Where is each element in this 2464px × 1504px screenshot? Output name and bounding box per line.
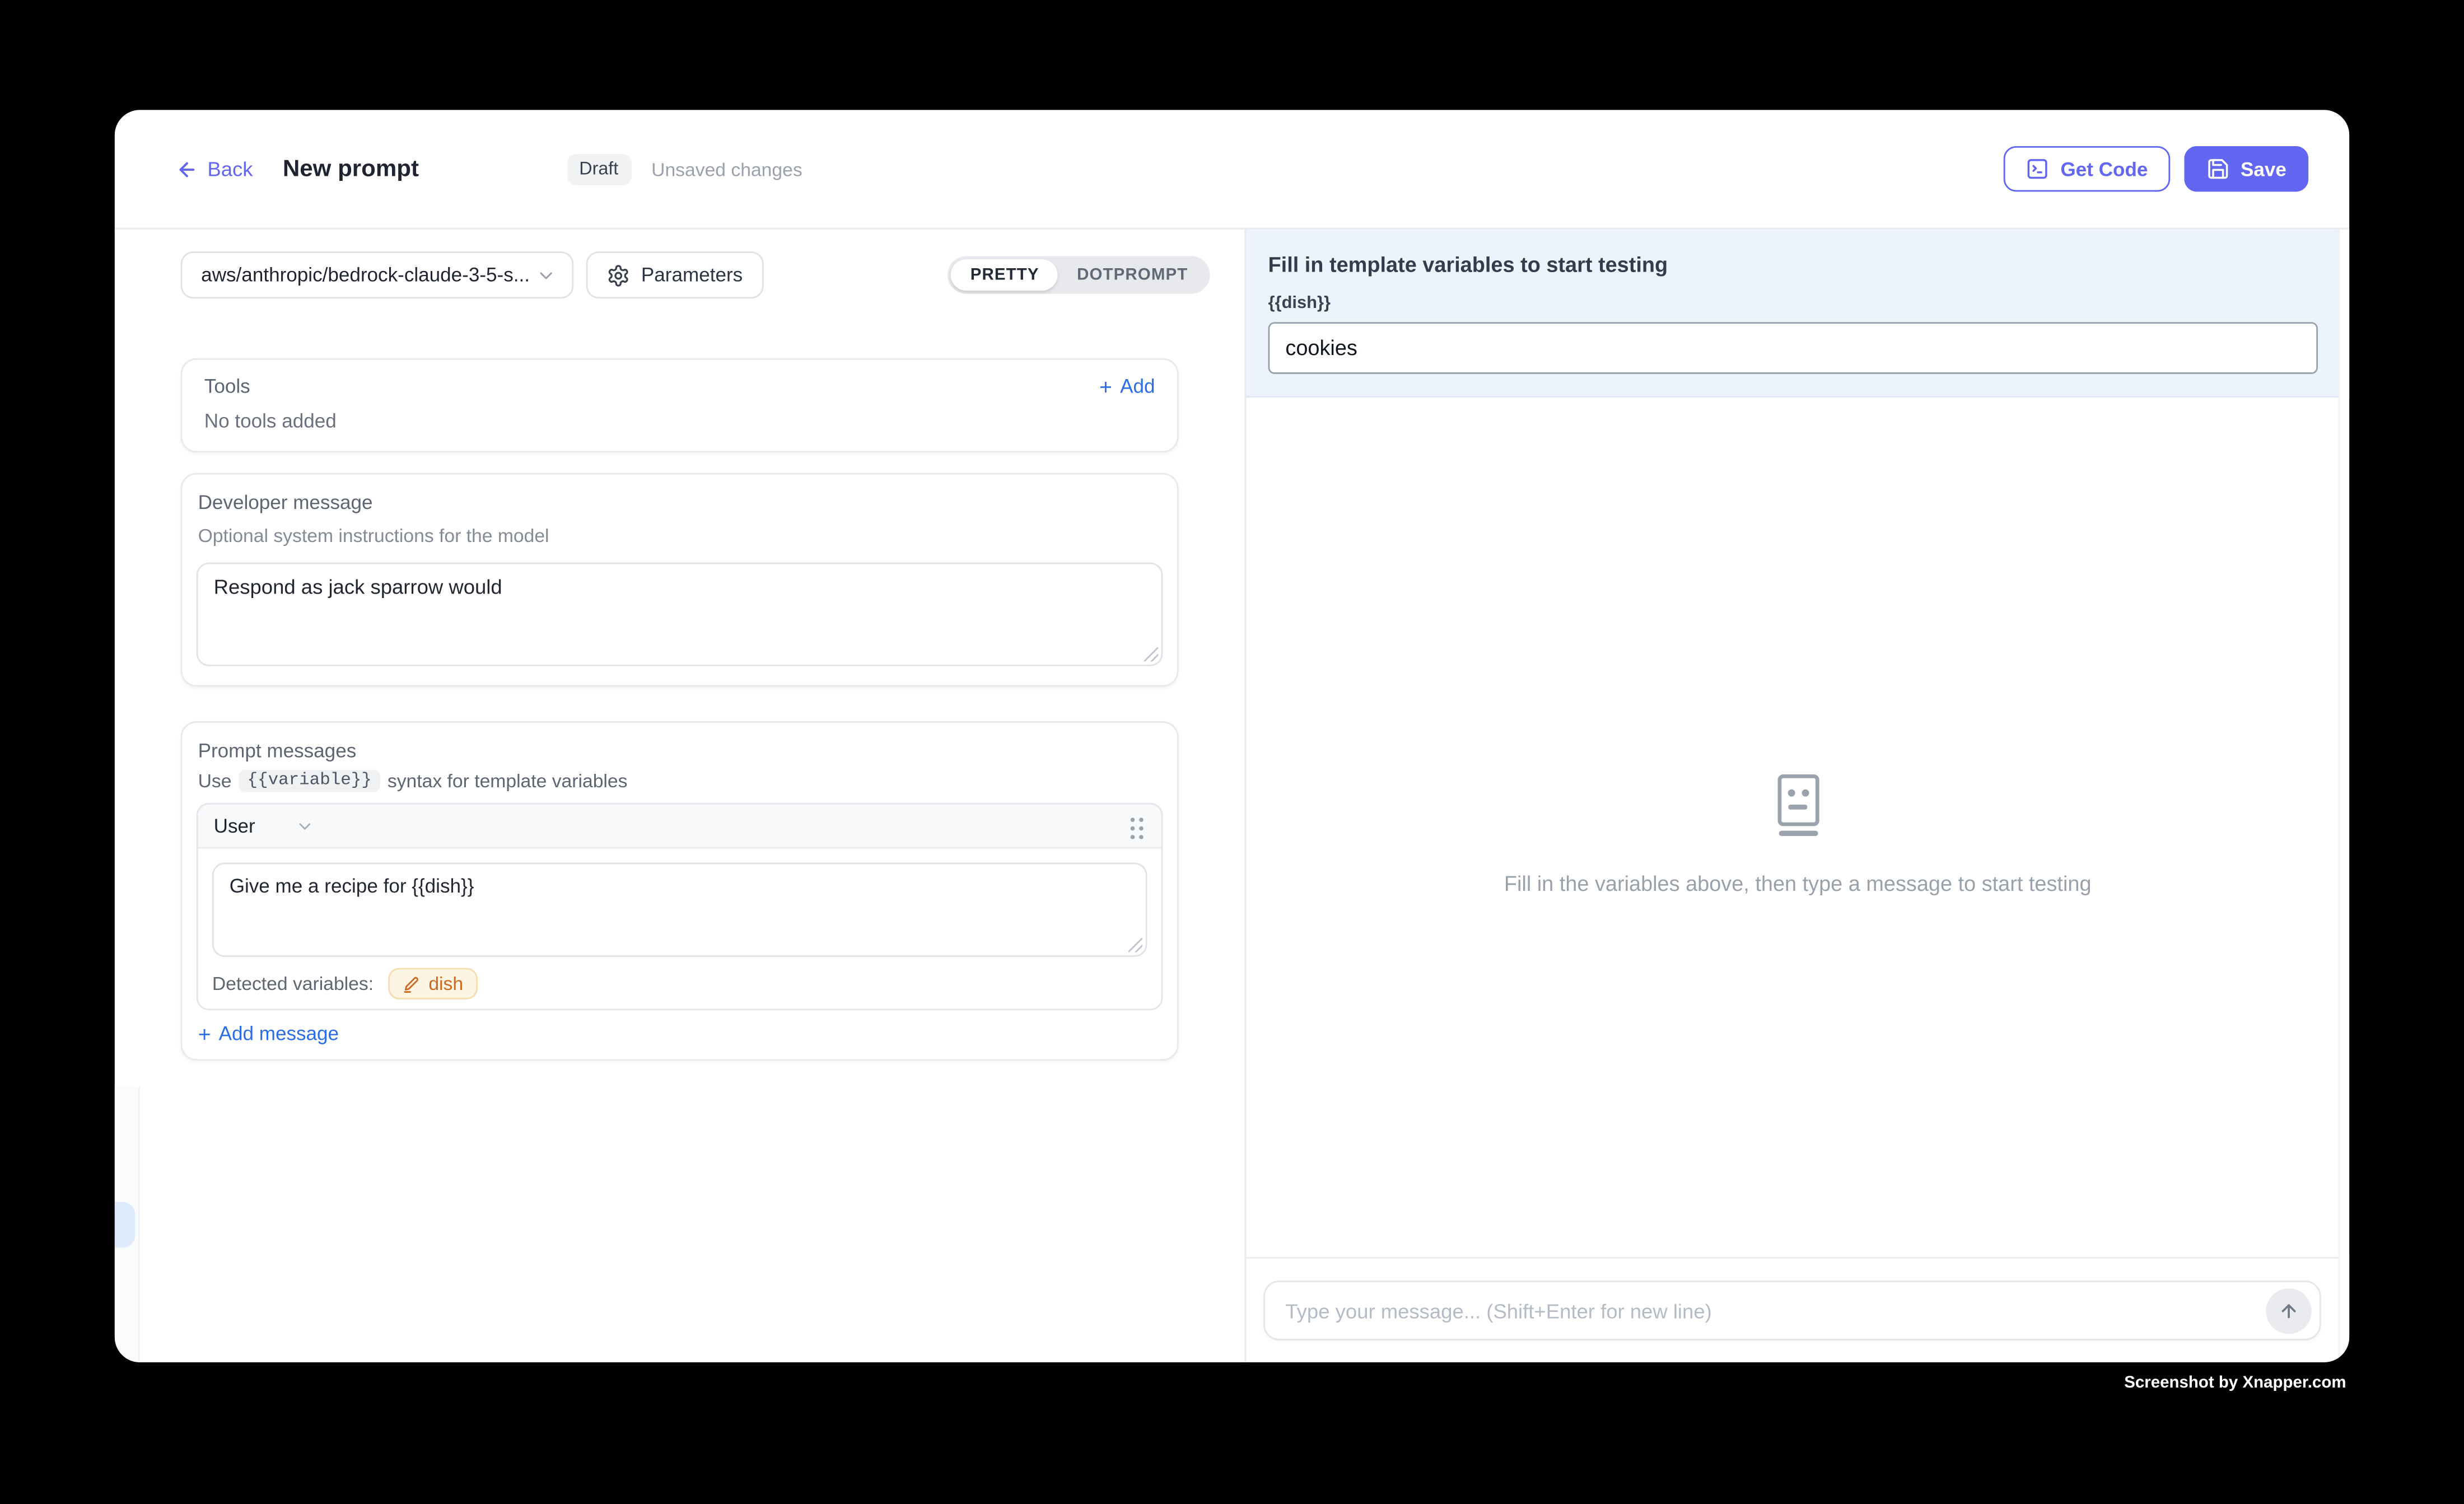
status-badge: Draft (567, 153, 631, 185)
scrollbar-gutter[interactable] (2339, 230, 2350, 1362)
tools-empty-text: No tools added (204, 410, 1155, 432)
content-split: aws/anthropic/bedrock-claude-3-5-s... Pa… (115, 230, 2349, 1362)
detected-variables-label: Detected variables: (212, 973, 374, 994)
detected-variables-row: Detected variables: dish (212, 968, 1147, 999)
watermark-text: Screenshot by Xnapper.com (2124, 1374, 2346, 1393)
plus-icon: + (198, 1023, 211, 1045)
message-body: Give me a recipe for {{dish}} Detected v… (198, 848, 1161, 1008)
toggle-dotprompt[interactable]: DOTPROMPT (1058, 259, 1207, 291)
developer-message-textarea[interactable]: Respond as jack sparrow would (197, 563, 1163, 666)
tools-card: Tools + Add No tools added (181, 358, 1179, 452)
empty-state-text: Fill in the variables above, then type a… (1504, 871, 2092, 895)
send-button[interactable] (2266, 1288, 2311, 1333)
editor-controls-row: aws/anthropic/bedrock-claude-3-5-s... Pa… (115, 230, 1245, 298)
variable-chip-dish[interactable]: dish (388, 968, 477, 999)
edit-pencil-icon (402, 975, 419, 992)
robot-face-icon (1768, 772, 1827, 838)
message-block: User Give me a recipe for {{dish}} Detec… (197, 803, 1163, 1010)
composer-section (1246, 1257, 2349, 1362)
model-select[interactable]: aws/anthropic/bedrock-claude-3-5-s... (181, 251, 574, 298)
save-button[interactable]: Save (2184, 146, 2308, 191)
template-syntax-hint: Use {{variable}} syntax for template var… (198, 770, 1163, 792)
terminal-icon (2026, 157, 2050, 181)
variable-value-input[interactable] (1268, 322, 2318, 374)
window-header: Back New prompt Draft Unsaved changes Ge… (115, 110, 2349, 229)
add-tool-label: Add (1120, 376, 1155, 398)
back-arrow-icon (176, 158, 198, 180)
get-code-label: Get Code (2060, 158, 2148, 180)
test-panel: Fill in template variables to start test… (1244, 230, 2349, 1362)
variable-name-label: {{dish}} (1268, 294, 2318, 313)
toggle-pretty[interactable]: PRETTY (951, 259, 1058, 291)
active-nav-indicator[interactable] (115, 1202, 135, 1248)
unsaved-changes-note: Unsaved changes (651, 158, 802, 180)
chat-empty-state: Fill in the variables above, then type a… (1246, 398, 2349, 1257)
view-mode-toggle: PRETTY DOTPROMPT (948, 256, 1210, 293)
get-code-button[interactable]: Get Code (2004, 146, 2169, 191)
message-input[interactable] (1265, 1299, 2266, 1322)
prompt-messages-card: Prompt messages Use {{variable}} syntax … (181, 721, 1179, 1061)
template-variables-section: Fill in template variables to start test… (1246, 230, 2349, 398)
developer-message-textarea-wrap: Respond as jack sparrow would (197, 563, 1163, 666)
screenshot-stage: Back New prompt Draft Unsaved changes Ge… (0, 0, 2464, 1503)
plus-icon: + (1099, 376, 1112, 398)
message-role-value: User (214, 815, 255, 837)
variables-section-title: Fill in template variables to start test… (1268, 253, 2318, 277)
header-actions: Get Code Save (2004, 146, 2308, 191)
developer-message-title: Developer message (198, 492, 1163, 513)
chevron-down-icon (536, 265, 556, 285)
add-message-button[interactable]: + Add message (198, 1023, 1163, 1045)
variable-chip-label: dish (428, 973, 463, 994)
left-edge-panel (115, 1087, 139, 1362)
chevron-down-icon (296, 816, 315, 835)
add-message-label: Add message (219, 1023, 339, 1045)
add-message-row: + Add message (197, 1023, 1163, 1045)
prompt-editor-panel: aws/anthropic/bedrock-claude-3-5-s... Pa… (115, 230, 1245, 1362)
prompt-messages-title: Prompt messages (198, 740, 1163, 762)
back-button[interactable]: Back (176, 157, 253, 181)
arrow-up-icon (2279, 1300, 2299, 1320)
tools-title: Tools (204, 376, 250, 398)
back-label: Back (207, 157, 253, 181)
parameters-label: Parameters (641, 264, 743, 286)
message-header: User (198, 805, 1161, 849)
developer-message-card: Developer message Optional system instru… (181, 473, 1179, 687)
add-tool-button[interactable]: + Add (1099, 376, 1155, 398)
gear-icon (606, 263, 630, 287)
page-title: New prompt (283, 156, 419, 183)
hint-prefix: Use (198, 770, 232, 792)
save-icon (2206, 157, 2229, 181)
app-window: Back New prompt Draft Unsaved changes Ge… (115, 110, 2349, 1362)
composer-box (1263, 1281, 2321, 1340)
hint-suffix: syntax for template variables (388, 770, 628, 792)
drag-handle-icon[interactable] (1128, 813, 1146, 838)
developer-message-subtitle: Optional system instructions for the mod… (198, 525, 1163, 547)
message-role-select[interactable]: User (214, 815, 315, 837)
message-textarea-wrap: Give me a recipe for {{dish}} (212, 863, 1147, 957)
variable-syntax-chip: {{variable}} (239, 770, 379, 792)
message-textarea[interactable]: Give me a recipe for {{dish}} (212, 863, 1147, 957)
model-select-value: aws/anthropic/bedrock-claude-3-5-s... (201, 264, 530, 286)
save-label: Save (2241, 158, 2286, 180)
parameters-button[interactable]: Parameters (586, 251, 763, 298)
